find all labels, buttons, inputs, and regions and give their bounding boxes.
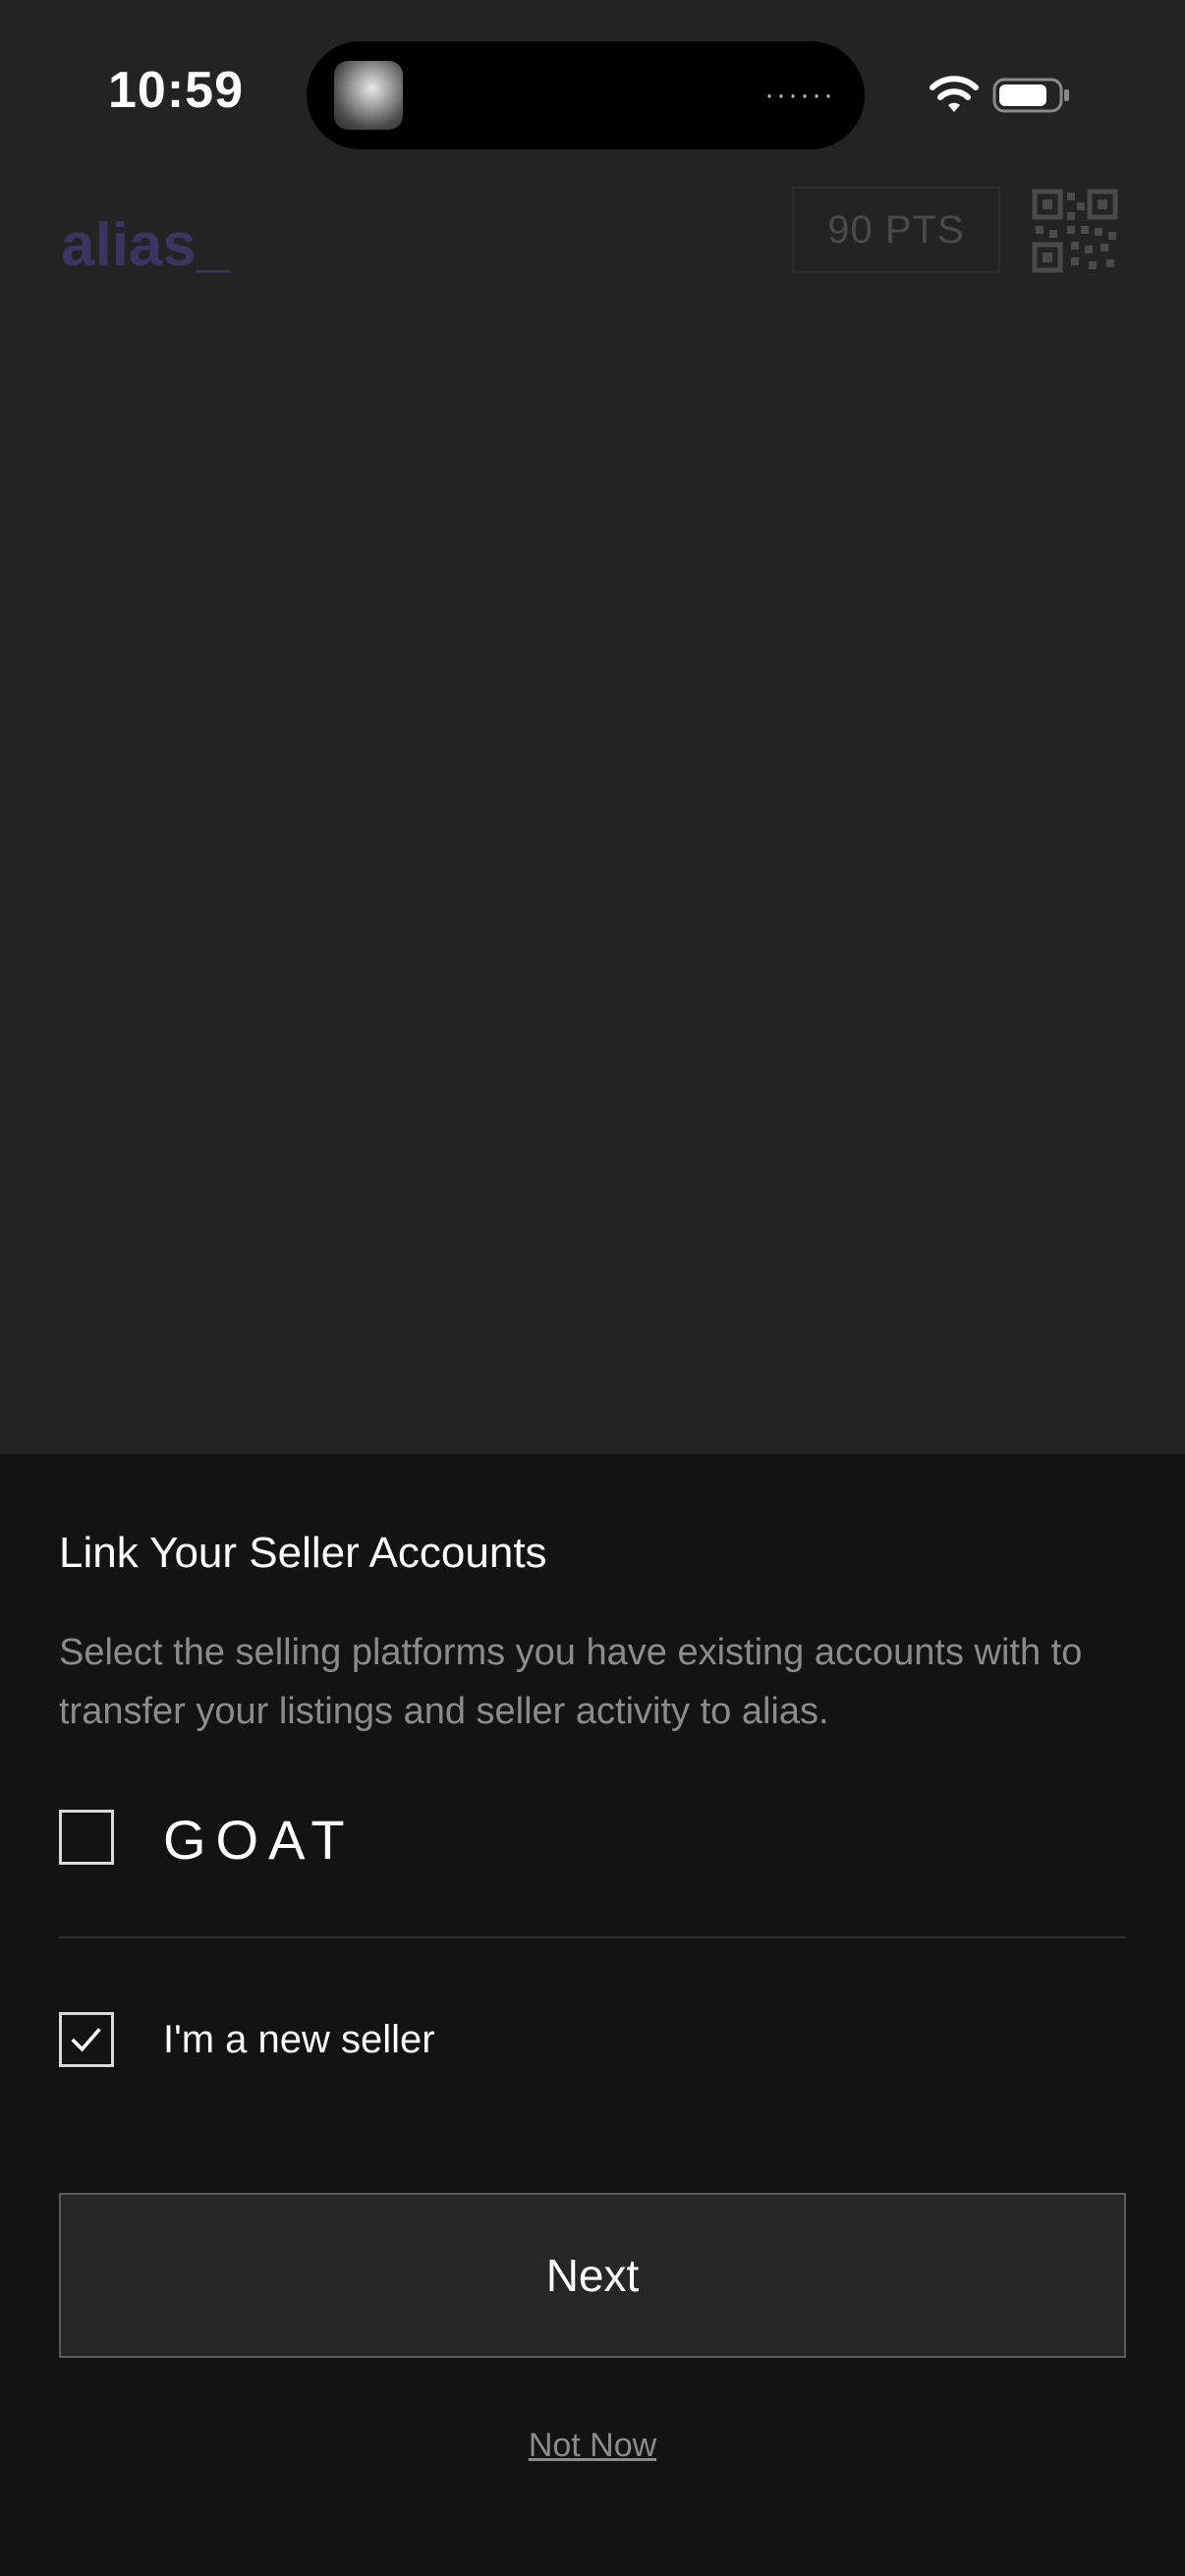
goat-checkbox[interactable] [59,1810,114,1865]
goat-label[interactable]: GOAT [163,1808,355,1872]
not-now-link[interactable]: Not Now [0,2427,1185,2465]
status-bar: 10:59 ······ [0,0,1185,177]
checkmark-icon [71,2028,101,2052]
svg-text:alias_: alias_ [61,214,232,279]
points-badge[interactable]: 90 PTS [792,187,1000,273]
now-playing-artwork[interactable] [334,61,403,130]
sheet-title: Link Your Seller Accounts [59,1529,547,1577]
new-seller-checkbox[interactable] [59,2012,114,2067]
wifi-icon [930,76,979,112]
audio-waveform-icon: ······ [764,79,835,111]
next-button[interactable]: Next [59,2193,1126,2358]
sheet-description: Select the selling platforms you have ex… [59,1632,1083,1732]
status-time: 10:59 [108,62,244,119]
qr-code-icon[interactable] [1032,189,1118,273]
new-seller-label[interactable]: I'm a new seller [163,2018,435,2062]
dynamic-island[interactable]: ······ [307,41,865,149]
battery-icon [992,78,1069,113]
divider [59,1936,1126,1938]
alias-logo: alias_ [61,214,232,279]
